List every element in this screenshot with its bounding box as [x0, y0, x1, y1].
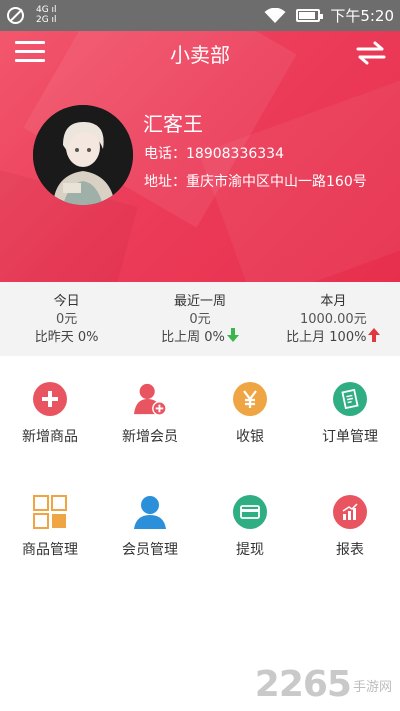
sales-stats: 今日 0元 比昨天 0% 最近一周 0元 比上周 0% 本月 1000.00元 …	[0, 282, 400, 356]
member-icon	[133, 495, 167, 529]
phone-text: 电话：18908336334	[144, 146, 284, 162]
avatar-image	[33, 105, 133, 205]
action-label: 收银	[236, 429, 264, 445]
trend-up-icon	[368, 328, 381, 342]
add-member-icon	[133, 382, 167, 416]
add-product-button[interactable]: 新增商品	[0, 356, 100, 469]
net-4g-label: 4G ıl	[36, 5, 57, 15]
watermark-text: 手游网	[352, 680, 392, 695]
order-list-icon	[333, 382, 367, 416]
profile-header: 小卖部 汇客王 电话：18908336334 地址：重庆市渝中区中山一路160号	[0, 31, 400, 282]
stat-compare: 比昨天 0%	[34, 329, 99, 345]
stat-compare: 比上月 100%	[286, 329, 367, 345]
stat-month: 本月 1000.00元 比上月 100%	[267, 282, 400, 356]
card-icon	[233, 495, 267, 529]
watermark: 2265 手游网	[255, 664, 392, 705]
action-label: 新增会员	[122, 429, 178, 445]
yen-icon	[233, 382, 267, 416]
net-2g-label: 2G ıl	[36, 15, 57, 25]
cashier-button[interactable]: 收银	[200, 356, 300, 469]
avatar[interactable]	[33, 105, 133, 205]
stat-label: 今日	[53, 294, 80, 309]
add-member-button[interactable]: 新增会员	[100, 356, 200, 469]
battery-icon	[296, 9, 324, 22]
action-label: 会员管理	[122, 542, 178, 558]
clock: 下午5:20	[330, 7, 394, 25]
trend-down-icon	[226, 328, 239, 342]
grid-icon	[33, 495, 67, 529]
stat-week: 最近一周 0元 比上周 0%	[133, 282, 266, 356]
stat-compare: 比上周 0%	[161, 329, 225, 345]
product-management-button[interactable]: 商品管理	[0, 469, 100, 582]
stat-today: 今日 0元 比昨天 0%	[0, 282, 133, 356]
action-label: 提现	[236, 542, 264, 558]
status-bar: 4G ıl 2G ıl 下午5:20	[0, 0, 400, 31]
order-management-button[interactable]: 订单管理	[300, 356, 400, 469]
stat-value: 0元	[56, 312, 78, 327]
stat-label: 最近一周	[173, 294, 226, 309]
network-indicator: 4G ıl 2G ıl	[36, 5, 57, 25]
wifi-icon	[264, 7, 286, 23]
action-grid: 新增商品 新增会员 收银 订单管理 商品管理 会员管理 提现 报表	[0, 356, 400, 582]
stat-value: 1000.00元	[299, 312, 367, 327]
no-sim-icon	[7, 6, 24, 24]
watermark-number: 2265	[254, 664, 352, 705]
plus-icon	[33, 382, 67, 416]
action-label: 新增商品	[22, 429, 78, 445]
stat-value: 0元	[189, 312, 211, 327]
action-label: 商品管理	[22, 542, 78, 558]
store-name: 汇客王	[143, 112, 203, 136]
page-title: 小卖部	[170, 43, 230, 67]
action-label: 订单管理	[322, 429, 378, 445]
switch-icon[interactable]	[356, 41, 386, 65]
report-icon	[333, 495, 367, 529]
address-text: 地址：重庆市渝中区中山一路160号	[144, 174, 367, 190]
action-label: 报表	[336, 542, 364, 558]
withdraw-button[interactable]: 提现	[200, 469, 300, 582]
stat-label: 本月	[320, 294, 347, 309]
report-button[interactable]: 报表	[300, 469, 400, 582]
member-management-button[interactable]: 会员管理	[100, 469, 200, 582]
